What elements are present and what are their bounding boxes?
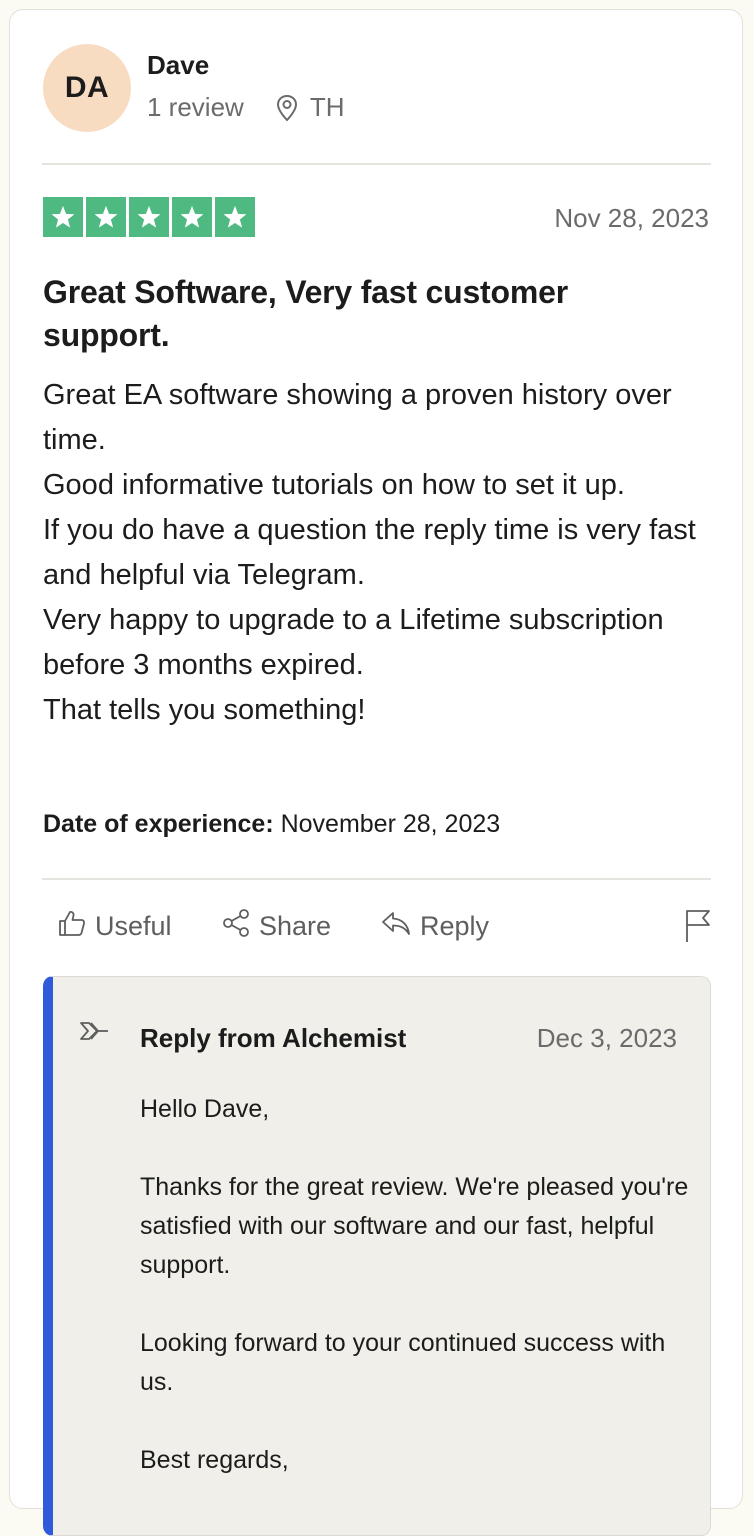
reply-body: Hello Dave, Thanks for the great review.… (140, 1090, 690, 1519)
company-reply: Reply from Alchemist Dec 3, 2023 Hello D… (43, 976, 711, 1536)
review-count: 1 review (147, 92, 244, 122)
review-title[interactable]: Great Software, Very fast customer suppo… (43, 271, 683, 357)
star-icon (172, 197, 212, 237)
useful-label: Useful (95, 911, 172, 941)
actions-divider (42, 878, 711, 880)
review-actions: Useful Share Reply (57, 908, 712, 948)
star-rating (43, 197, 255, 237)
reply-paragraph: Hello Dave, (140, 1095, 270, 1123)
reviewer-country: TH (309, 92, 345, 122)
star-icon (215, 197, 255, 237)
reply-label: Reply (420, 911, 490, 941)
reply-paragraph: Looking forward to your continued succes… (140, 1329, 666, 1396)
reply-author: Reply from Alchemist (140, 1023, 407, 1053)
reply-date: Dec 3, 2023 (536, 1023, 677, 1053)
share-button[interactable]: Share (221, 908, 331, 945)
reply-button[interactable]: Reply (380, 908, 489, 945)
reply-paragraph: Best regards, (140, 1446, 289, 1474)
location-pin-icon (276, 94, 298, 122)
useful-button[interactable]: Useful (57, 908, 172, 945)
reply-arrow-icon (380, 908, 420, 945)
thumbs-up-icon (57, 908, 95, 945)
reply-thread-arrow-icon (77, 1017, 111, 1052)
header-divider (42, 163, 711, 165)
reviewer-meta: 1 review TH (147, 92, 345, 123)
reviewer-name[interactable]: Dave (147, 50, 209, 81)
star-icon (43, 197, 83, 237)
avatar-initials: DA (64, 71, 110, 104)
star-icon (129, 197, 169, 237)
review-date: Nov 28, 2023 (554, 203, 709, 233)
share-icon (221, 908, 259, 945)
review-body: Great EA software showing a proven histo… (43, 379, 696, 726)
experience-date: November 28, 2023 (280, 810, 501, 838)
reply-paragraph: Thanks for the great review. We're pleas… (140, 1173, 689, 1279)
report-flag-button[interactable] (683, 908, 721, 951)
star-icon (86, 197, 126, 237)
avatar[interactable]: DA (43, 44, 131, 132)
review-card: DA Dave 1 review TH Nov 28, 2023 Great S… (9, 9, 743, 1536)
experience-label: Date of experience: (43, 810, 274, 838)
flag-icon (683, 908, 721, 951)
share-label: Share (259, 911, 332, 941)
date-of-experience: Date of experience: November 28, 2023 (43, 810, 500, 839)
